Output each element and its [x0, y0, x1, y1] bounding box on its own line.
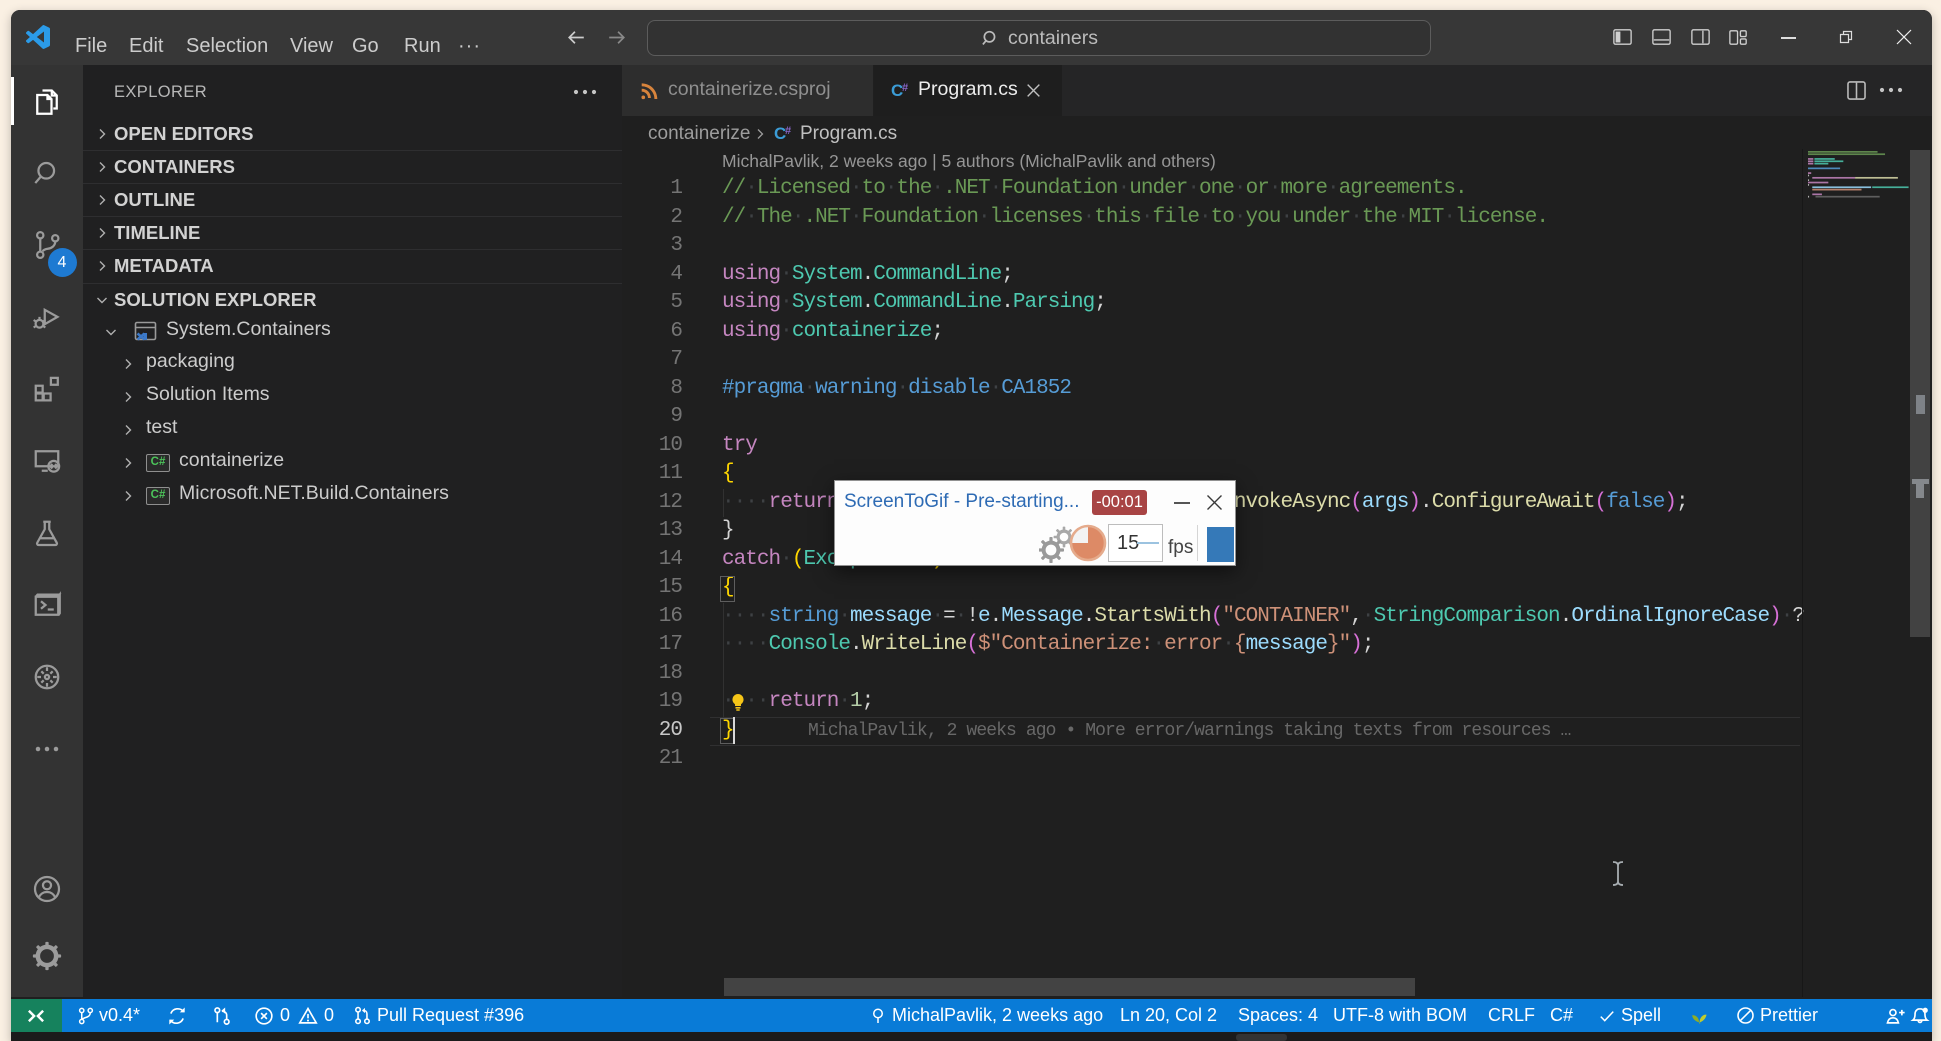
svg-text:#: # — [902, 82, 908, 94]
svg-text:#: # — [785, 125, 791, 137]
